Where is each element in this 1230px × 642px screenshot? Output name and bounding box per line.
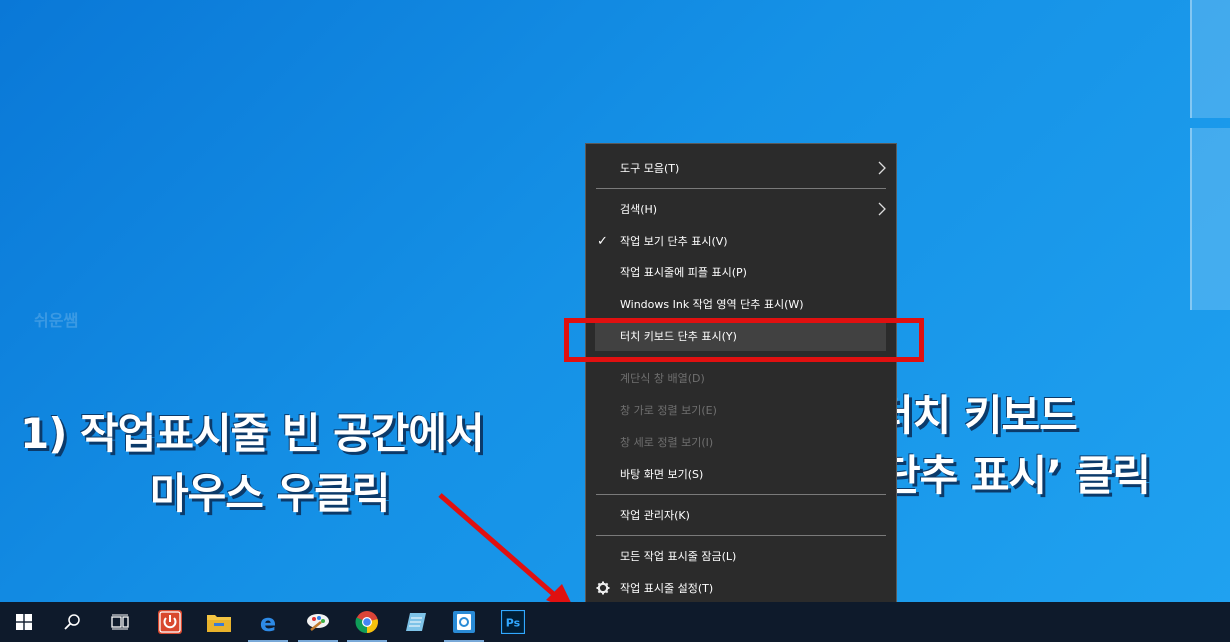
menu-item-label: 작업 표시줄에 피플 표시(P)	[620, 266, 747, 279]
highlight-callout-box	[564, 318, 924, 362]
menu-item-task-view-button[interactable]: ✓ 작업 보기 단추 표시(V)	[586, 226, 896, 256]
annotation-step2-line2: 단추 표시’ 클릭	[882, 451, 1151, 500]
gear-icon	[596, 581, 610, 595]
menu-item-task-manager[interactable]: 작업 관리자(K)	[586, 500, 896, 530]
taskbar-app-scanner[interactable]	[440, 602, 488, 642]
power-app-icon	[158, 610, 182, 634]
search-icon	[64, 614, 80, 630]
task-view-icon	[111, 614, 129, 630]
file-explorer-icon	[207, 615, 231, 632]
chevron-right-icon	[878, 161, 886, 175]
annotation-step1-line2: 마우스 우클릭	[150, 469, 390, 518]
menu-item-lock-taskbar[interactable]: 모든 작업 표시줄 잠금(L)	[586, 541, 896, 571]
photoshop-label: Ps	[506, 617, 521, 630]
annotation-step1-line1: 1) 작업표시줄 빈 공간에서	[20, 409, 485, 458]
task-view-button[interactable]	[96, 602, 144, 642]
menu-item-label: 작업 관리자(K)	[620, 509, 690, 522]
menu-item-label: 창 가로 정렬 보기(E)	[620, 404, 717, 417]
menu-separator	[596, 188, 886, 189]
taskbar-app-notepad[interactable]	[392, 602, 440, 642]
windows-logo-wallpaper	[1190, 0, 1230, 310]
menu-item-stacked: 창 가로 정렬 보기(E)	[586, 395, 896, 425]
taskbar-app-paint[interactable]	[294, 602, 342, 642]
menu-item-label: 검색(H)	[620, 203, 658, 216]
taskbar-app-photoshop[interactable]: Ps	[489, 602, 537, 642]
menu-item-label: 모든 작업 표시줄 잠금(L)	[620, 550, 737, 563]
taskbar[interactable]: e Ps	[0, 602, 1230, 642]
search-button[interactable]	[48, 602, 96, 642]
menu-separator	[596, 494, 886, 495]
menu-item-windows-ink[interactable]: Windows Ink 작업 영역 단추 표시(W)	[586, 289, 896, 319]
menu-item-label: 작업 보기 단추 표시(V)	[620, 235, 728, 248]
menu-separator	[596, 535, 886, 536]
menu-item-label: 도구 모음(T)	[620, 162, 680, 175]
menu-item-label: 작업 표시줄 설정(T)	[620, 582, 714, 595]
taskbar-context-menu: 도구 모음(T) 검색(H) ✓ 작업 보기 단추 표시(V) 작업 표시줄에 …	[585, 143, 897, 613]
chevron-right-icon	[878, 202, 886, 216]
scanner-app-icon	[453, 611, 475, 633]
menu-item-people[interactable]: 작업 표시줄에 피플 표시(P)	[586, 257, 896, 287]
watermark: 쉬운쌤	[34, 311, 79, 330]
svg-text:e: e	[260, 610, 276, 634]
chrome-icon	[355, 611, 378, 634]
checkmark-icon: ✓	[597, 233, 608, 249]
menu-item-toolbars[interactable]: 도구 모음(T)	[586, 153, 896, 183]
menu-item-show-desktop[interactable]: 바탕 화면 보기(S)	[586, 459, 896, 489]
photoshop-icon: Ps	[501, 610, 525, 634]
taskbar-app-power[interactable]	[146, 602, 194, 642]
taskbar-app-file-explorer[interactable]	[195, 602, 243, 642]
taskbar-app-chrome[interactable]	[343, 602, 391, 642]
taskbar-app-edge[interactable]: e	[244, 602, 292, 642]
menu-item-search[interactable]: 검색(H)	[586, 194, 896, 224]
menu-item-side-by-side: 창 세로 정렬 보기(I)	[586, 427, 896, 457]
notepad-icon	[406, 613, 426, 631]
menu-item-label: 계단식 창 배열(D)	[620, 372, 705, 385]
menu-item-cascade: 계단식 창 배열(D)	[586, 363, 896, 393]
menu-item-label: 바탕 화면 보기(S)	[620, 468, 704, 481]
windows-start-icon	[16, 614, 32, 630]
menu-item-label: 창 세로 정렬 보기(I)	[620, 436, 714, 449]
edge-icon: e	[260, 610, 276, 634]
menu-item-taskbar-settings[interactable]: 작업 표시줄 설정(T)	[586, 573, 896, 603]
paint-icon	[307, 614, 329, 631]
menu-item-label: Windows Ink 작업 영역 단추 표시(W)	[620, 298, 804, 311]
start-button[interactable]	[0, 602, 48, 642]
